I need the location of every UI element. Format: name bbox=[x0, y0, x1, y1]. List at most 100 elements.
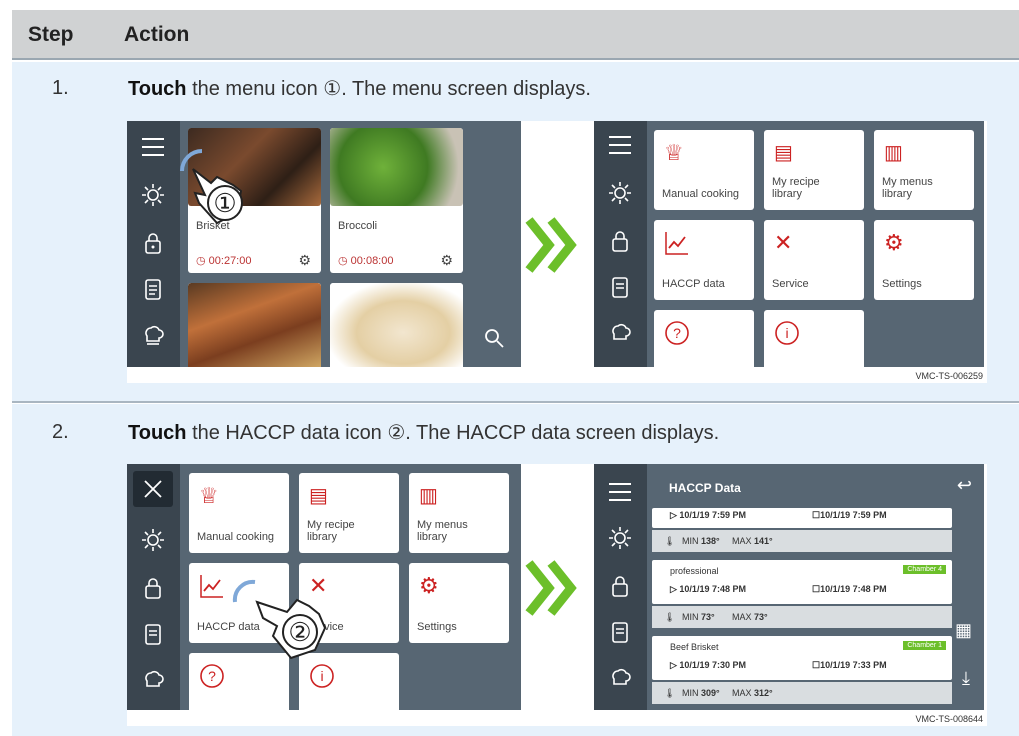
end-time: ☐10/1/19 7:48 PM bbox=[812, 584, 887, 594]
max-value: 312° bbox=[754, 688, 773, 698]
question-icon: ? bbox=[200, 664, 224, 688]
cook-time: ◷ 00:27:00 bbox=[196, 255, 252, 267]
gear-icon: ⚙ bbox=[419, 573, 439, 598]
recipe-book-icon: ▤ bbox=[309, 485, 328, 507]
max-value: 73° bbox=[754, 612, 768, 622]
chamber-badge: Chamber 4 bbox=[903, 565, 946, 574]
start-time: ▷ 10/1/19 7:48 PM bbox=[670, 584, 746, 594]
step-row-1: 1. Touch the menu icon ①. The menu scree… bbox=[12, 62, 1019, 402]
menu-tile-help[interactable]: ? bbox=[654, 310, 754, 367]
tile-label: My recipe library bbox=[772, 176, 820, 200]
lock-icon[interactable] bbox=[139, 229, 167, 257]
menu-tile-service[interactable]: ✕ Service bbox=[764, 220, 864, 300]
menu-icon[interactable] bbox=[139, 133, 167, 161]
lock-icon[interactable] bbox=[606, 227, 634, 255]
recipe-book-icon: ▤ bbox=[774, 142, 793, 164]
recipe-book-icon[interactable] bbox=[606, 273, 634, 301]
min-label: MIN bbox=[682, 612, 699, 622]
close-button[interactable] bbox=[133, 471, 173, 507]
tile-label: HACCP data bbox=[197, 621, 260, 633]
instruction-text: the HACCP data icon ②. The HACCP data sc… bbox=[186, 422, 720, 444]
chart-line-icon bbox=[200, 575, 223, 598]
min-value: 138° bbox=[701, 536, 720, 546]
chef-hat-icon: ♕ bbox=[199, 483, 219, 508]
haccp-entry[interactable]: ▷ 10/1/19 7:59 PM ☐10/1/19 7:59 PM bbox=[652, 508, 952, 528]
haccp-entry[interactable]: professional Chamber 4 ▷ 10/1/19 7:48 PM… bbox=[652, 560, 952, 604]
chef-hat-icon[interactable] bbox=[139, 321, 167, 349]
lock-icon[interactable] bbox=[139, 574, 167, 602]
min-value: 73° bbox=[701, 612, 715, 622]
end-time-value: 10/1/19 7:33 PM bbox=[820, 660, 887, 670]
max-temp: MAX 141° bbox=[732, 536, 773, 546]
settings-icon[interactable]: ⚙ bbox=[298, 252, 311, 269]
recipe-book-icon[interactable] bbox=[139, 620, 167, 648]
menu-tile-menus-library[interactable]: ▥ My menus library bbox=[409, 473, 509, 553]
menus-book-icon: ▥ bbox=[419, 485, 438, 507]
menu-icon[interactable] bbox=[606, 478, 634, 506]
search-icon[interactable] bbox=[482, 326, 506, 350]
tile-label: My menus library bbox=[882, 176, 933, 200]
menu-tile-manual-cooking[interactable]: ♕ Manual cooking bbox=[189, 473, 289, 553]
haccp-entry[interactable]: Beef Brisket Chamber 1 ▷ 10/1/19 7:30 PM… bbox=[652, 636, 952, 680]
min-label: MIN bbox=[682, 536, 699, 546]
settings-icon[interactable]: ⚙ bbox=[440, 252, 453, 269]
step-row-2: 2. Touch the HACCP data icon ②. The HACC… bbox=[12, 404, 1019, 736]
info-icon: i bbox=[775, 321, 799, 345]
recipe-book-icon[interactable] bbox=[139, 275, 167, 303]
cook-time-value: 00:27:00 bbox=[208, 255, 252, 267]
haccp-title: HACCP Data bbox=[669, 481, 741, 495]
recipe-tile-chicken[interactable] bbox=[330, 283, 463, 367]
entry-name: Beef Brisket bbox=[670, 642, 719, 652]
start-time-value: 10/1/19 7:48 PM bbox=[679, 584, 746, 594]
chef-hat-icon[interactable] bbox=[606, 664, 634, 692]
menu-tile-info[interactable]: i bbox=[764, 310, 864, 367]
calendar-icon[interactable]: ▦ bbox=[955, 620, 972, 641]
max-temp: MAX 312° bbox=[732, 688, 773, 698]
menu-tile-settings[interactable]: ⚙ Settings bbox=[409, 563, 509, 643]
tile-label: My menus library bbox=[417, 519, 468, 543]
recipe-book-icon[interactable] bbox=[606, 618, 634, 646]
start-time-value: 10/1/19 7:30 PM bbox=[679, 660, 746, 670]
min-temp: MIN 309° bbox=[682, 688, 720, 698]
menu-tile-recipe-library[interactable]: ▤ My recipe library bbox=[764, 130, 864, 210]
menu-tile-settings[interactable]: ⚙ Settings bbox=[874, 220, 974, 300]
cook-time: ◷ 00:08:00 bbox=[338, 255, 394, 267]
brightness-icon[interactable] bbox=[139, 526, 167, 554]
menu-tile-menus-library[interactable]: ▥ My menus library bbox=[874, 130, 974, 210]
menu-tile-recipe-library[interactable]: ▤ My recipe library bbox=[299, 473, 399, 553]
sidebar bbox=[127, 464, 180, 710]
menu-tile-manual-cooking[interactable]: ♕ Manual cooking bbox=[654, 130, 754, 210]
step-number: 1. bbox=[52, 77, 69, 99]
recipe-tile-broccoli[interactable]: Broccoli ◷ 00:08:00 ⚙ bbox=[330, 128, 463, 273]
end-time-value: 10/1/19 7:59 PM bbox=[820, 510, 887, 520]
sidebar bbox=[594, 464, 647, 710]
recipe-tile-wings[interactable] bbox=[188, 283, 321, 367]
end-time: ☐10/1/19 7:33 PM bbox=[812, 660, 887, 670]
chef-hat-icon[interactable] bbox=[139, 666, 167, 694]
download-icon[interactable]: ⤓ bbox=[962, 668, 970, 689]
svg-text:?: ? bbox=[673, 325, 681, 341]
figure-code: VMC-TS-006259 bbox=[915, 371, 983, 381]
max-temp: MAX 73° bbox=[732, 612, 768, 622]
step-number: 2. bbox=[52, 421, 69, 443]
tile-label: Service bbox=[772, 278, 809, 290]
action-column-header: Action bbox=[124, 23, 190, 46]
chef-hat-icon[interactable] bbox=[606, 319, 634, 347]
lock-icon[interactable] bbox=[606, 572, 634, 600]
menu-tile-haccp-data[interactable]: HACCP data bbox=[654, 220, 754, 300]
tools-icon: ✕ bbox=[774, 230, 793, 255]
max-label: MAX bbox=[732, 688, 752, 698]
row-divider bbox=[12, 401, 1019, 403]
temp-bar: 🌡 MIN 309° MAX 312° bbox=[652, 682, 952, 704]
brightness-icon[interactable] bbox=[139, 181, 167, 209]
haccp-screen: HACCP Data ↩ ▦ ⤓ ▷ 10/1/19 7:59 PM ☐10/1… bbox=[594, 464, 984, 710]
instruction-text: the menu icon ①. The menu screen display… bbox=[186, 78, 591, 100]
brightness-icon[interactable] bbox=[606, 179, 634, 207]
temp-bar: 🌡 MIN 73° MAX 73° bbox=[652, 606, 952, 628]
menu-icon[interactable] bbox=[606, 131, 634, 159]
brightness-icon[interactable] bbox=[606, 524, 634, 552]
cook-time-value: 00:08:00 bbox=[350, 255, 394, 267]
step-2-figure: ♕ Manual cooking ▤ My recipe library ▥ M… bbox=[127, 464, 987, 726]
instruction-verb: Touch bbox=[128, 78, 187, 100]
back-icon[interactable]: ↩ bbox=[957, 475, 972, 496]
